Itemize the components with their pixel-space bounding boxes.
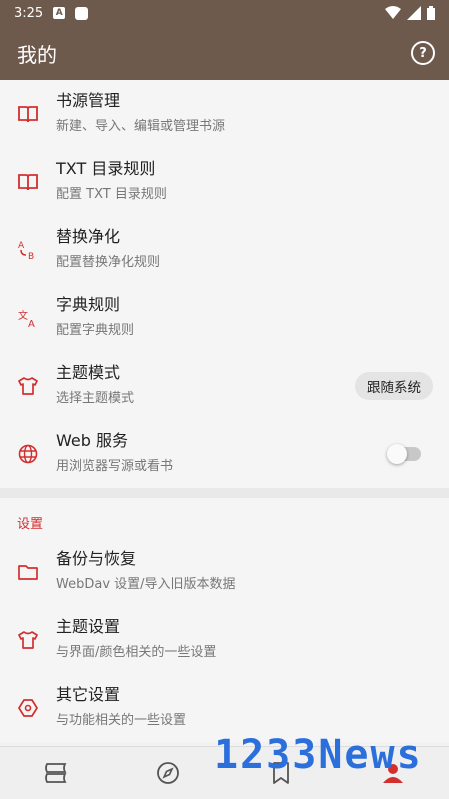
page-title: 我的 [17,42,57,67]
list-item-book-source[interactable]: 书源管理 新建、导入、编辑或管理书源 [0,80,449,148]
watermark-logo: 1233News [214,732,423,778]
status-bar: 3:25 A [0,0,449,26]
item-subtitle: 与功能相关的一些设置 [56,713,187,728]
nav-explore[interactable] [148,753,188,793]
theme-mode-chip[interactable]: 跟随系统 [355,372,433,400]
item-subtitle: 配置 TXT 目录规则 [56,187,167,202]
shirt-icon [17,375,39,397]
status-time: 3:25 [14,5,44,21]
item-title: TXT 目录规则 [56,159,156,178]
list-item-dictionary-rules[interactable]: 文 A 字典规则 配置字典规则 [0,284,449,352]
item-title: 主题模式 [56,363,121,382]
list-item-web-service[interactable]: Web 服务 用浏览器写源或看书 [0,420,449,488]
nav-bookshelf[interactable] [36,753,76,793]
item-subtitle: WebDav 设置/导入旧版本数据 [56,577,236,592]
battery-icon [427,6,435,20]
item-title: 替换净化 [56,227,121,246]
svg-text:A: A [28,319,35,329]
help-circle-icon[interactable]: ? [411,41,435,65]
item-subtitle: 与界面/颜色相关的一些设置 [56,645,217,660]
notification-a-icon: A [53,7,66,19]
translate-icon: 文 A [17,307,39,329]
settings-card: 设置 备份与恢复 WebDav 设置/导入旧版本数据 主题设置 与界面/颜色相关… [0,498,449,742]
list-item-txt-toc-rules[interactable]: TXT 目录规则 配置 TXT 目录规则 [0,148,449,216]
list-item-theme-settings[interactable]: 主题设置 与界面/颜色相关的一些设置 [0,606,449,674]
item-subtitle: 配置替换净化规则 [56,255,161,270]
hexagon-icon [17,697,39,719]
main-card: 书源管理 新建、导入、编辑或管理书源 TXT 目录规则 配置 TXT 目录规则 … [0,80,449,488]
section-divider [0,488,449,498]
app-bar: 我的 ? [0,26,449,80]
list-item-replace-purify[interactable]: A B 替换净化 配置替换净化规则 [0,216,449,284]
svg-text:文: 文 [18,309,28,322]
section-header-settings: 设置 [17,517,44,532]
item-title: Web 服务 [56,431,128,450]
item-title: 备份与恢复 [56,549,137,568]
wifi-icon [385,6,401,19]
shirt-icon [17,629,39,651]
svg-text:A: A [18,241,25,251]
book-open-icon [17,171,39,193]
item-subtitle: 新建、导入、编辑或管理书源 [56,119,226,134]
signal-icon [407,6,421,20]
settings-list: 书源管理 新建、导入、编辑或管理书源 TXT 目录规则 配置 TXT 目录规则 … [0,80,449,746]
web-service-toggle[interactable] [387,444,421,464]
toggle-knob [387,444,407,464]
globe-icon [17,443,39,465]
list-item-theme-mode[interactable]: 主题模式 选择主题模式 跟随系统 [0,352,449,420]
svg-text:B: B [28,252,34,261]
item-title: 书源管理 [56,91,121,110]
list-item-backup-restore[interactable]: 备份与恢复 WebDav 设置/导入旧版本数据 [0,538,449,606]
item-subtitle: 用浏览器写源或看书 [56,459,174,474]
item-title: 主题设置 [56,617,121,636]
book-open-icon [17,103,39,125]
item-subtitle: 选择主题模式 [56,391,135,406]
item-title: 其它设置 [56,685,121,704]
replace-icon: A B [17,239,39,261]
item-title: 字典规则 [56,295,121,314]
item-subtitle: 配置字典规则 [56,323,135,338]
compass-icon [157,762,180,784]
notification-square-icon [75,6,89,20]
bookshelf-icon [45,763,67,783]
folder-icon [17,561,39,583]
